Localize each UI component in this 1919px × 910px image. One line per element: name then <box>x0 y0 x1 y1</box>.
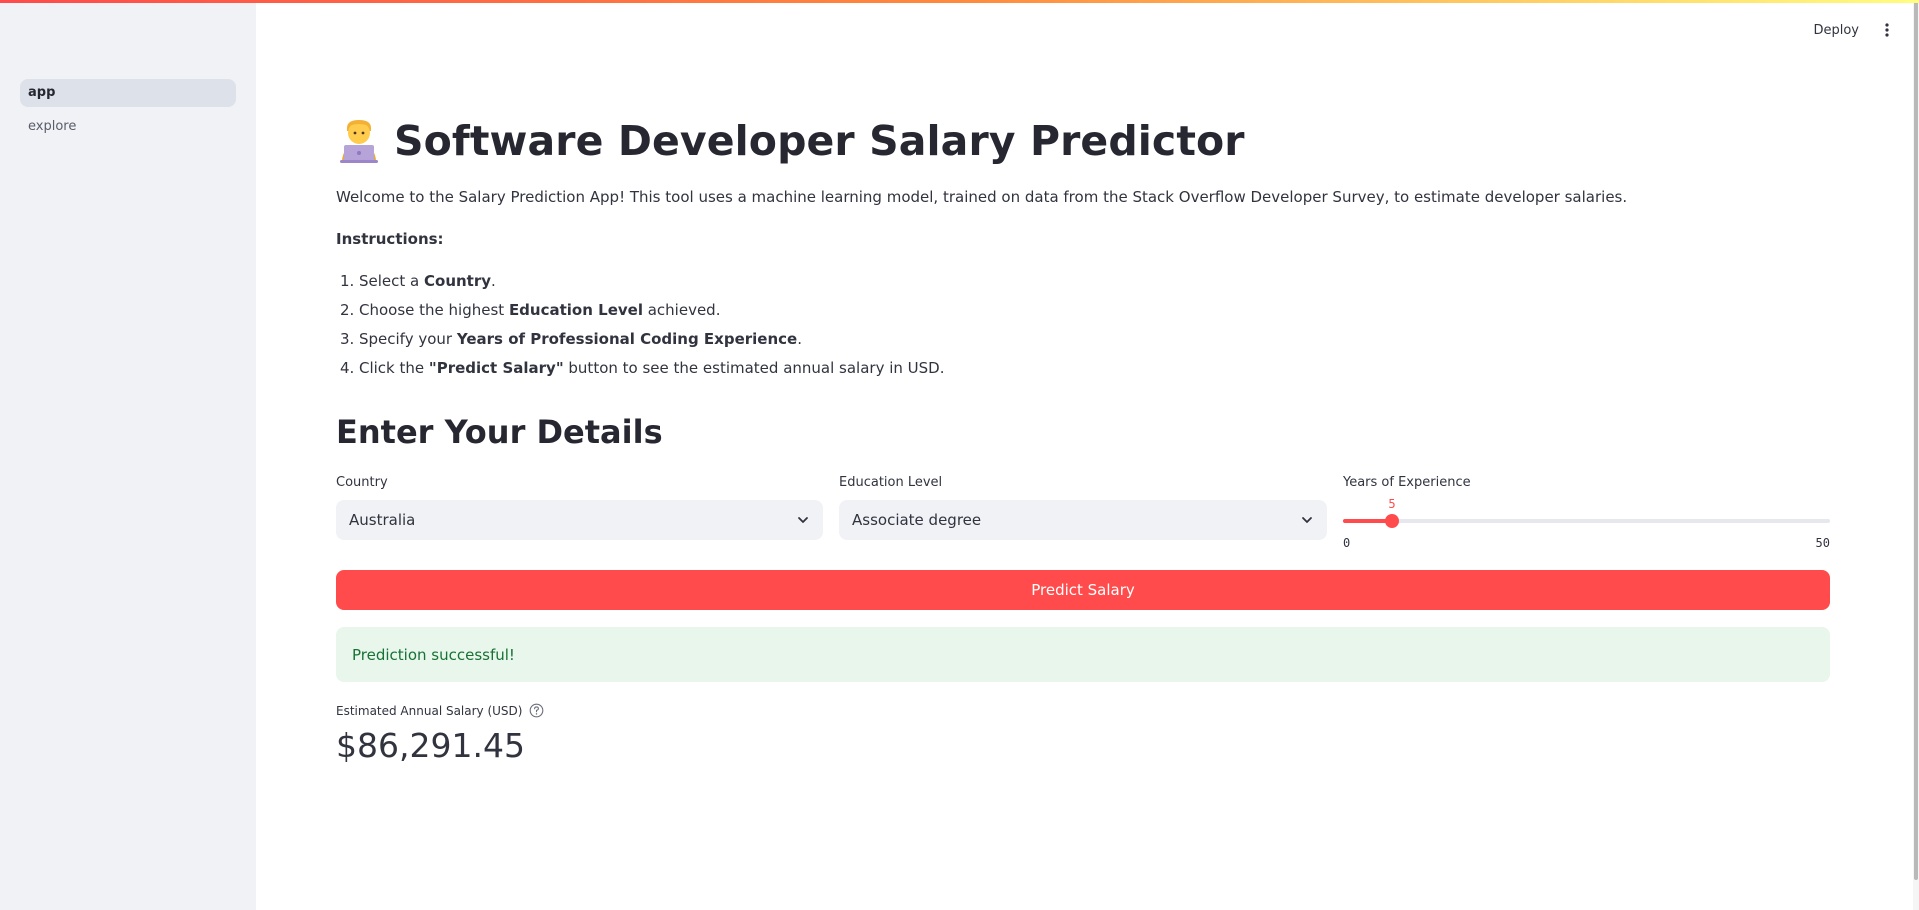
metric-label-row: Estimated Annual Salary (USD) <box>336 703 544 718</box>
slider-current-value: 5 <box>1388 497 1396 511</box>
chevron-down-icon <box>1300 513 1314 527</box>
slider-max-label: 50 <box>1815 536 1830 550</box>
success-message: Prediction successful! <box>352 645 515 664</box>
education-select-value: Associate degree <box>852 511 982 529</box>
slider-handle[interactable] <box>1385 514 1399 528</box>
list-item: 4. Click the "Predict Salary" button to … <box>340 359 945 377</box>
education-select[interactable]: Associate degree <box>839 500 1327 540</box>
experience-slider[interactable]: 5 0 50 <box>1343 497 1830 555</box>
instructions-list: 1. Select a Country. 2. Choose the highe… <box>336 271 944 387</box>
scrollbar[interactable] <box>1913 0 1919 910</box>
country-select-value: Australia <box>349 511 416 529</box>
slider-track[interactable] <box>1343 514 1830 528</box>
top-decoration-bar <box>0 0 1919 3</box>
sidebar-item-explore[interactable]: explore <box>20 113 236 141</box>
details-heading: Enter Your Details <box>336 413 663 451</box>
list-item: 1. Select a Country. <box>340 272 496 290</box>
scrollbar-thumb[interactable] <box>1914 0 1918 880</box>
intro-text: Welcome to the Salary Prediction App! Th… <box>336 188 1628 206</box>
experience-label: Years of Experience <box>1343 475 1471 490</box>
page-title: Software Developer Salary Predictor <box>394 117 1245 165</box>
country-select[interactable]: Australia <box>336 500 823 540</box>
deploy-button[interactable]: Deploy <box>1813 23 1859 38</box>
success-alert: Prediction successful! <box>336 627 1830 682</box>
metric-value: $86,291.45 <box>336 726 525 765</box>
help-circle-icon[interactable] <box>529 703 544 718</box>
kebab-vertical-icon[interactable] <box>1877 20 1897 40</box>
title-row: Software Developer Salary Predictor <box>336 117 1245 165</box>
sidebar: app explore <box>0 0 256 910</box>
education-label: Education Level <box>839 475 943 490</box>
country-label: Country <box>336 475 388 490</box>
technologist-emoji-icon <box>336 118 382 164</box>
instructions-heading: Instructions: <box>336 230 444 248</box>
list-item: 2. Choose the highest Education Level ac… <box>340 301 721 319</box>
sidebar-item-app[interactable]: app <box>20 79 236 107</box>
predict-salary-button[interactable]: Predict Salary <box>336 570 1830 610</box>
slider-min-label: 0 <box>1343 536 1351 550</box>
metric-label: Estimated Annual Salary (USD) <box>336 703 523 718</box>
toolbar: Deploy <box>1813 20 1897 40</box>
chevron-down-icon <box>796 513 810 527</box>
list-item: 3. Specify your Years of Professional Co… <box>340 330 803 348</box>
sidebar-nav: app explore <box>20 79 236 147</box>
